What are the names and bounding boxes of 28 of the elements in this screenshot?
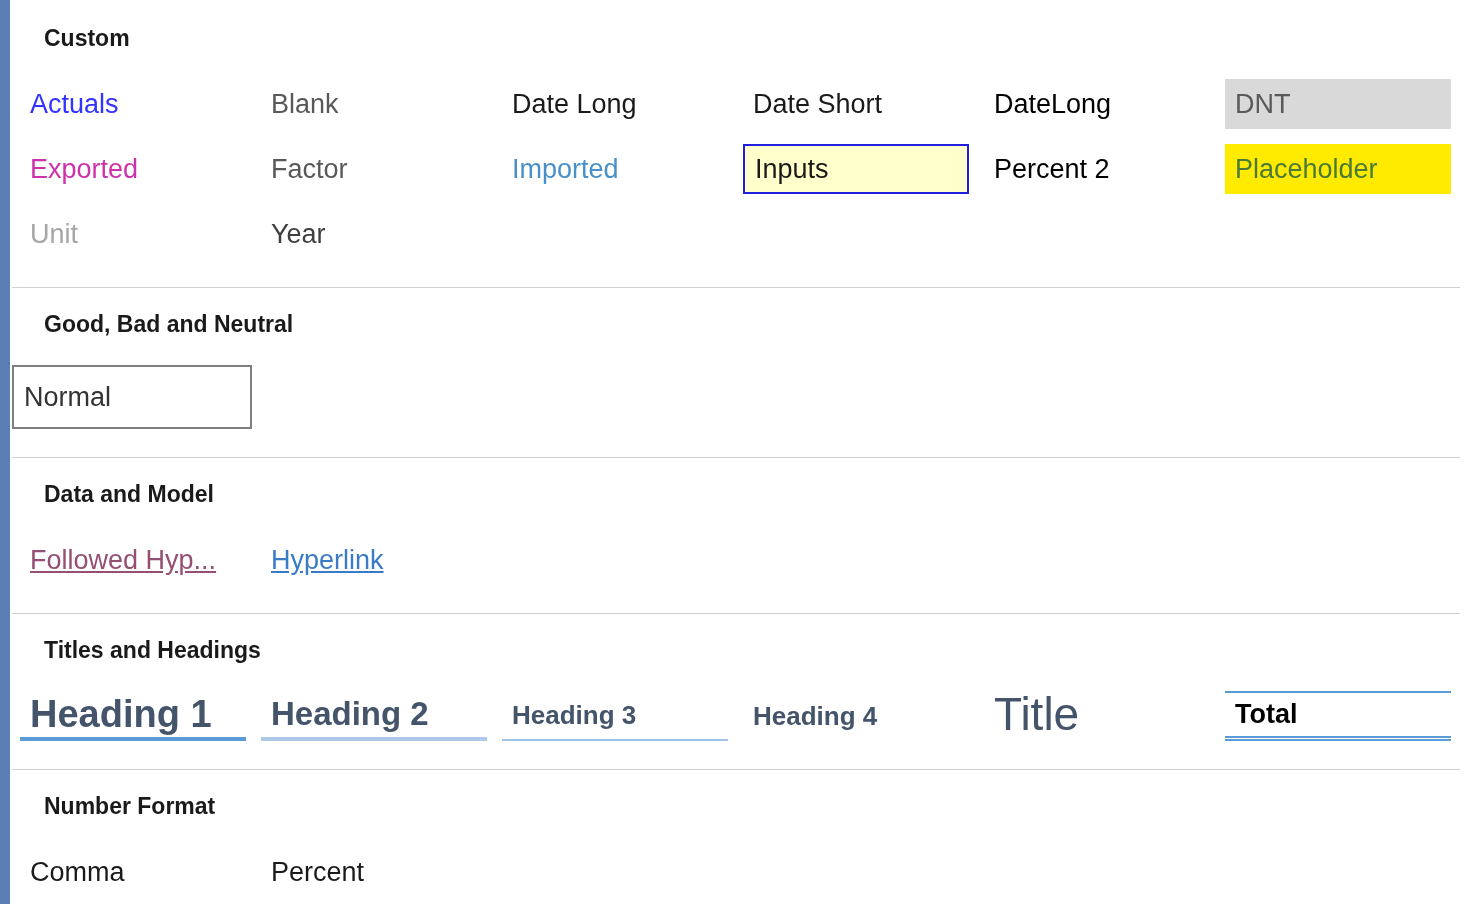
section-header: Titles and Headings [43,636,262,664]
cell-style[interactable]: Title [984,691,1210,741]
cell-style[interactable]: Date Short [743,79,969,129]
section-header: Data and Model [43,480,215,508]
cell-style[interactable]: Percent [261,847,487,897]
cell-style[interactable]: Hyperlink [261,535,487,585]
cell-style[interactable]: Total [1225,691,1451,741]
cell-style[interactable]: Percent 2 [984,144,1210,194]
cell-style[interactable]: Comma [20,847,246,897]
cell-style[interactable]: Heading 3 [502,691,728,741]
cell-style[interactable]: Normal [12,365,252,429]
cell-style[interactable]: Blank [261,79,487,129]
cell-style[interactable]: Year [261,209,487,259]
cell-style[interactable]: Actuals [20,79,246,129]
cell-style[interactable]: Exported [20,144,246,194]
cell-style[interactable]: DNT [1225,79,1451,129]
cell-style[interactable]: Followed Hyp... [20,535,246,585]
cell-style[interactable]: Factor [261,144,487,194]
cell-style[interactable]: Heading 1 [20,691,246,741]
cell-style[interactable]: Placeholder [1225,144,1451,194]
cell-style[interactable]: Date Long [502,79,728,129]
cell-style[interactable]: Heading 2 [261,691,487,741]
cell-style[interactable]: Inputs [743,144,969,194]
cell-style[interactable]: Heading 4 [743,691,969,741]
section-header: Good, Bad and Neutral [43,310,295,338]
cell-style[interactable]: DateLong [984,79,1210,129]
section-header: Number Format [43,792,217,820]
section-header: Custom [43,24,131,52]
